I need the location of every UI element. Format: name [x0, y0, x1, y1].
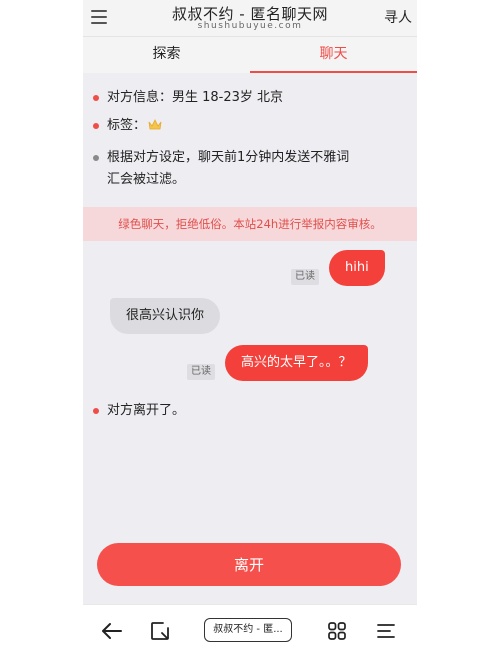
- system-message: 对方离开了。: [107, 403, 186, 418]
- filter-notice-line2: 汇会被过滤。: [107, 172, 186, 187]
- partner-tags-row: 标签：: [93, 115, 162, 137]
- bullet-dot: [93, 408, 99, 414]
- browser-current-tab[interactable]: 叔叔不约 - 匿...: [204, 618, 292, 642]
- message-bubble-sent[interactable]: 高兴的太早了。。？: [225, 345, 368, 381]
- window-icon[interactable]: [150, 621, 170, 641]
- leave-button[interactable]: 离开: [97, 543, 401, 586]
- phone-screen: 叔叔不约 - 匿名聊天网 shushubuyue.com 寻人 探索 聊天 对方…: [83, 0, 417, 667]
- read-status: 已读: [187, 364, 215, 380]
- app-header: 叔叔不约 - 匿名聊天网 shushubuyue.com 寻人: [83, 0, 417, 37]
- menu-lines-icon[interactable]: [376, 621, 396, 641]
- filter-notice-row: 根据对方设定，聊天前1分钟内发送不雅词 汇会被过滤。: [93, 147, 350, 191]
- partner-info-text: 对方信息：男生 18-23岁 北京: [107, 90, 284, 105]
- tab-bar: 探索 聊天: [83, 37, 417, 73]
- message-bubble-received[interactable]: 很高兴认识你: [110, 298, 221, 334]
- filter-notice-line1: 根据对方设定，聊天前1分钟内发送不雅词: [107, 150, 350, 165]
- find-person-button[interactable]: 寻人: [384, 7, 412, 27]
- green-chat-banner: 绿色聊天，拒绝低俗。本站24h进行举报内容审核。: [83, 207, 417, 241]
- back-arrow-icon[interactable]: [101, 621, 123, 641]
- crown-icon: [148, 119, 162, 130]
- read-status: 已读: [291, 269, 319, 285]
- bullet-dot: [93, 123, 99, 129]
- bullet-dot: [93, 95, 99, 101]
- tab-explore[interactable]: 探索: [83, 37, 250, 73]
- tab-chat[interactable]: 聊天: [250, 37, 417, 73]
- tabs-grid-icon[interactable]: [327, 621, 347, 641]
- site-domain: shushubuyue.com: [197, 21, 303, 31]
- partner-info-row: 对方信息：男生 18-23岁 北京: [93, 87, 284, 109]
- chat-content: 对方信息：男生 18-23岁 北京 标签： 根据对方设定，聊天前1分钟内发送不雅…: [83, 73, 417, 604]
- bullet-dot: [93, 155, 99, 161]
- message-bubble-sent[interactable]: hihi: [329, 250, 385, 286]
- system-message-row: 对方离开了。: [93, 400, 186, 422]
- browser-nav-bar: 叔叔不约 - 匿...: [83, 604, 417, 667]
- tags-label: 标签：: [107, 118, 147, 133]
